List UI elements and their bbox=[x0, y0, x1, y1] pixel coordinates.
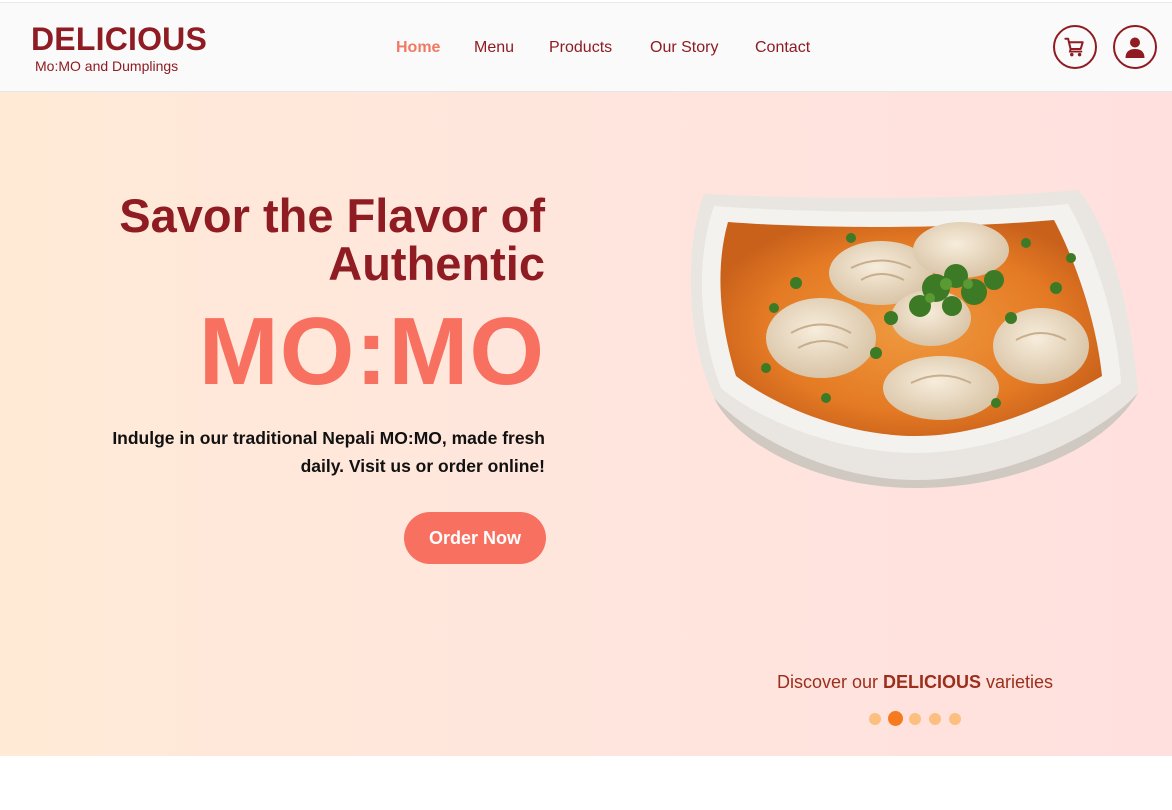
hero-highlight: MO:MO bbox=[198, 298, 545, 405]
user-icon bbox=[1125, 37, 1145, 58]
nav-products[interactable]: Products bbox=[549, 39, 612, 57]
caption-prefix: Discover our bbox=[776, 672, 883, 692]
nav-home[interactable]: Home bbox=[396, 39, 440, 57]
carousel-dot-2[interactable] bbox=[888, 711, 903, 726]
hero-description: Indulge in our traditional Nepali MO:MO,… bbox=[112, 428, 545, 476]
carousel-dot-5[interactable] bbox=[949, 713, 961, 725]
nav-our-story[interactable]: Our Story bbox=[650, 39, 718, 57]
site-header: DELICIOUS Mo:MO and Dumplings Home Menu … bbox=[0, 2, 1172, 92]
nav-contact[interactable]: Contact bbox=[755, 39, 810, 57]
carousel-dot-4[interactable] bbox=[929, 713, 941, 725]
caption-brand: DELICIOUS bbox=[882, 672, 981, 692]
carousel-dot-3[interactable] bbox=[909, 713, 921, 725]
account-button[interactable] bbox=[1113, 25, 1157, 69]
carousel-caption: Discover our DELICIOUS varieties bbox=[720, 672, 1110, 693]
hero-heading: Savor the Flavor of Authentic bbox=[119, 189, 545, 290]
order-now-button[interactable]: Order Now bbox=[404, 512, 546, 564]
cart-button[interactable] bbox=[1053, 25, 1097, 69]
hero-section: Savor the Flavor of Authentic MO:MO Indu… bbox=[0, 92, 1172, 756]
momo-bowl-image bbox=[690, 190, 1138, 488]
nav-menu[interactable]: Menu bbox=[474, 39, 514, 57]
carousel-dot-1[interactable] bbox=[869, 713, 881, 725]
brand-tagline: Mo:MO and Dumplings bbox=[35, 58, 179, 74]
cart-icon bbox=[1064, 37, 1084, 57]
brand-logo[interactable]: DELICIOUS bbox=[31, 21, 207, 58]
caption-suffix: varieties bbox=[981, 672, 1054, 692]
